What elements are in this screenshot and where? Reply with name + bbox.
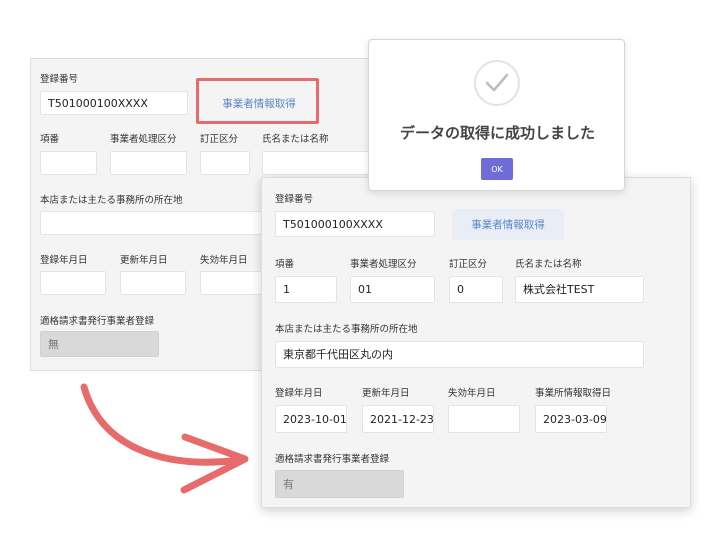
expiry-date-input[interactable] (448, 405, 520, 433)
update-date-input[interactable]: 2021-12-23 (362, 405, 434, 433)
item-number-label: 項番 (275, 259, 295, 270)
fetch-button-highlight (196, 78, 319, 124)
fetch-date-input[interactable]: 2023-03-09 (535, 405, 607, 433)
item-number-input[interactable] (40, 151, 97, 175)
update-date-label: 更新年月日 (362, 388, 410, 399)
process-type-label: 事業者処理区分 (350, 259, 417, 270)
process-type-input[interactable] (110, 151, 187, 175)
success-message: データの取得に成功しました (399, 124, 595, 142)
registration-number-label: 登録番号 (40, 74, 79, 85)
item-number-input[interactable]: 1 (275, 276, 337, 303)
name-label: 氏名または名称 (515, 259, 582, 270)
registration-number-label: 登録番号 (275, 194, 314, 205)
invoice-registration-label: 適格請求書発行事業者登録 (275, 454, 390, 465)
registration-number-input[interactable]: T501000100XXXX (40, 91, 188, 115)
address-label: 本店または主たる事務所の所在地 (40, 195, 183, 206)
update-date-input[interactable] (120, 271, 186, 295)
update-date-label: 更新年月日 (120, 255, 168, 266)
expiry-date-label: 失効年月日 (448, 388, 496, 399)
check-mark-icon (485, 73, 509, 92)
expiry-date-input[interactable] (200, 271, 266, 295)
ok-button[interactable]: OK (481, 158, 513, 180)
process-type-label: 事業者処理区分 (110, 134, 177, 145)
correction-type-input[interactable]: 0 (449, 276, 503, 303)
registration-date-label: 登録年月日 (40, 255, 88, 266)
registration-date-label: 登録年月日 (275, 388, 323, 399)
process-type-input[interactable]: 01 (350, 276, 435, 303)
registration-number-input[interactable]: T501000100XXXX (275, 211, 435, 237)
correction-type-label: 訂正区分 (449, 259, 488, 270)
address-input[interactable]: 東京都千代田区丸の内 (275, 341, 644, 368)
invoice-registration-label: 適格請求書発行事業者登録 (40, 316, 155, 327)
address-label: 本店または主たる事務所の所在地 (275, 324, 418, 335)
name-input[interactable]: 株式会社TEST (515, 276, 644, 303)
check-circle-icon (474, 60, 520, 106)
name-label: 氏名または名称 (262, 134, 329, 145)
invoice-registration-input: 有 (275, 470, 404, 498)
correction-type-label: 訂正区分 (200, 134, 239, 145)
registration-date-input[interactable] (40, 271, 106, 295)
fetch-business-info-button[interactable]: 事業者情報取得 (452, 209, 564, 240)
success-dialog: データの取得に成功しました OK (368, 39, 625, 191)
registration-date-input[interactable]: 2023-10-01 (275, 405, 347, 433)
after-form-panel: 登録番号 T501000100XXXX 事業者情報取得 項番 事業者処理区分 訂… (261, 177, 691, 508)
correction-type-input[interactable] (200, 151, 250, 175)
fetch-date-label: 事業所情報取得日 (535, 388, 612, 399)
invoice-registration-input: 無 (40, 331, 159, 357)
expiry-date-label: 失効年月日 (200, 255, 248, 266)
item-number-label: 項番 (40, 134, 60, 145)
